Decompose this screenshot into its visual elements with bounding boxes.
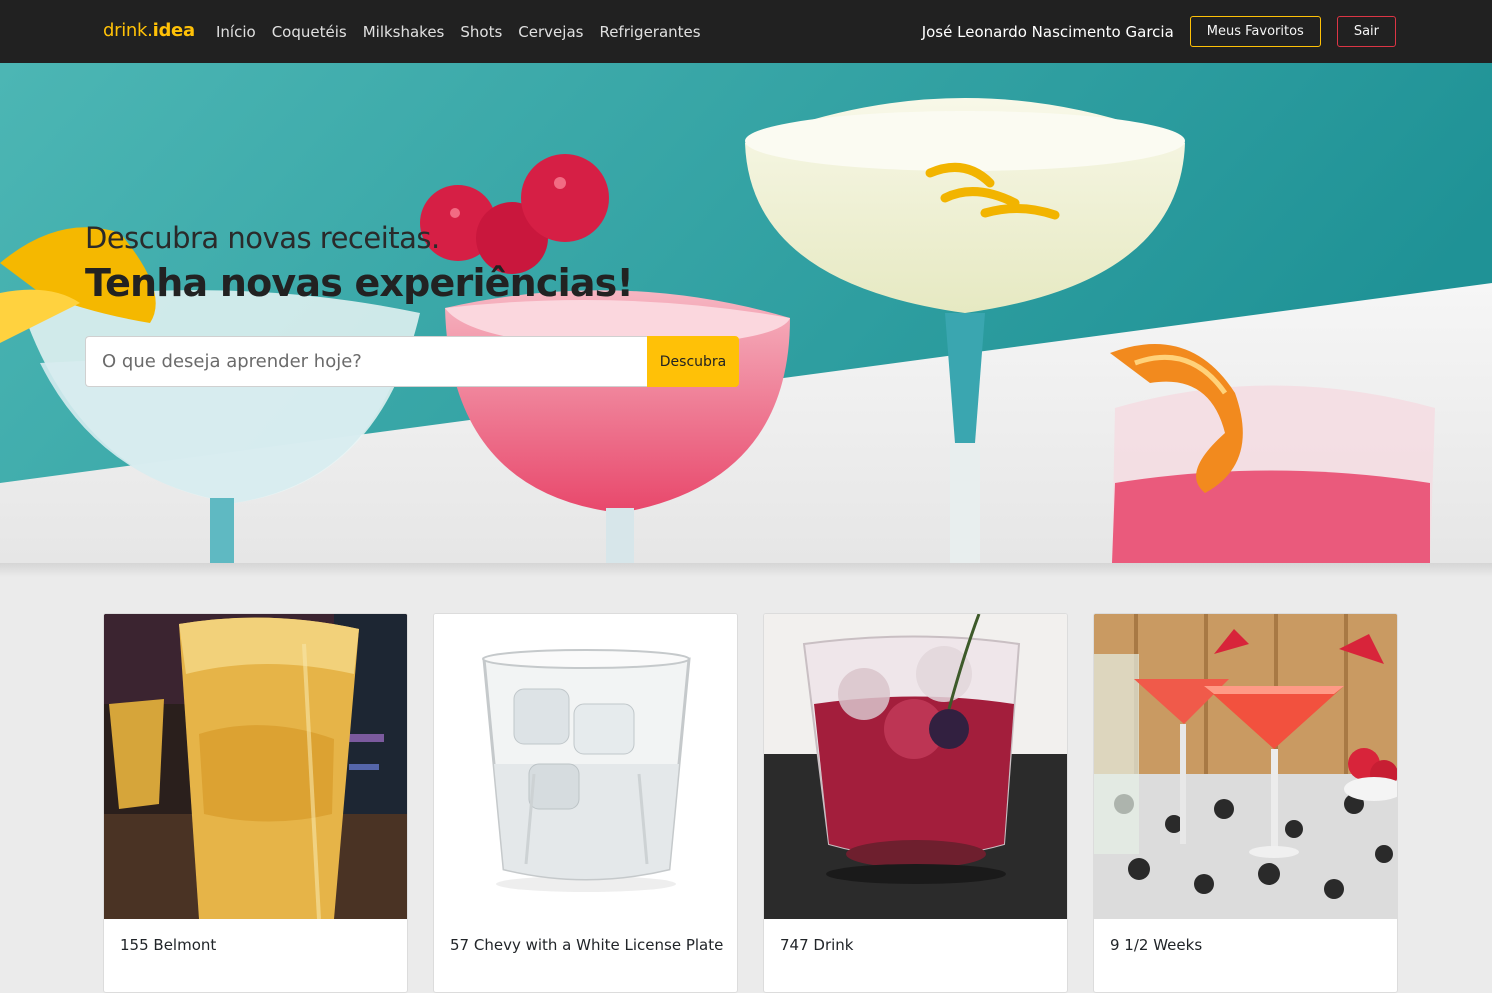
nav-links: Início Coquetéis Milkshakes Shots Cervej… (216, 23, 701, 41)
user-name: José Leonardo Nascimento Garcia (921, 22, 1174, 41)
hero-banner: Descubra novas receitas. Tenha novas exp… (0, 63, 1492, 563)
nav-link-coqueteis[interactable]: Coquetéis (272, 23, 347, 41)
drink-card[interactable]: 57 Chevy with a White License Plate (433, 613, 738, 993)
drink-card[interactable]: 155 Belmont (103, 613, 408, 993)
drink-title: 57 Chevy with a White License Plate (450, 936, 724, 954)
search-bar: Descubra (85, 336, 739, 387)
hero-text: Descubra novas receitas. Tenha novas exp… (85, 221, 634, 305)
drink-image-747-drink (764, 614, 1067, 919)
nav-link-refrigerantes[interactable]: Refrigerantes (599, 23, 700, 41)
favorites-button[interactable]: Meus Favoritos (1189, 16, 1321, 47)
nav-link-cervejas[interactable]: Cervejas (518, 23, 583, 41)
nav-link-shots[interactable]: Shots (460, 23, 502, 41)
nav-link-milkshakes[interactable]: Milkshakes (363, 23, 445, 41)
drink-card[interactable]: 747 Drink (763, 613, 1068, 993)
logout-button[interactable]: Sair (1336, 16, 1396, 47)
search-input[interactable] (85, 336, 647, 387)
drink-image-9-half-weeks (1094, 614, 1397, 919)
hero-cocktails-image (0, 63, 1492, 563)
hero-subtitle: Descubra novas receitas. (85, 221, 440, 255)
drink-card[interactable]: 9 1/2 Weeks (1093, 613, 1398, 993)
nav-link-inicio[interactable]: Início (216, 23, 256, 41)
nav-user-area: José Leonardo Nascimento Garcia Meus Fav… (922, 16, 1396, 47)
hero-shadow (0, 563, 1492, 577)
drink-image-57-chevy (434, 614, 737, 919)
drink-card-grid: 155 Belmont 57 Chevy with a White Licens… (103, 613, 1398, 993)
navbar: drink.idea Início Coquetéis Milkshakes S… (0, 0, 1492, 63)
drink-title: 747 Drink (780, 936, 854, 954)
search-button[interactable]: Descubra (647, 336, 739, 387)
drink-image-155-belmont (104, 614, 407, 919)
drink-title: 155 Belmont (120, 936, 217, 954)
drink-title: 9 1/2 Weeks (1110, 936, 1203, 954)
hero-title: Tenha novas experiências! (85, 261, 634, 305)
brand-logo[interactable]: drink.idea (103, 20, 195, 41)
